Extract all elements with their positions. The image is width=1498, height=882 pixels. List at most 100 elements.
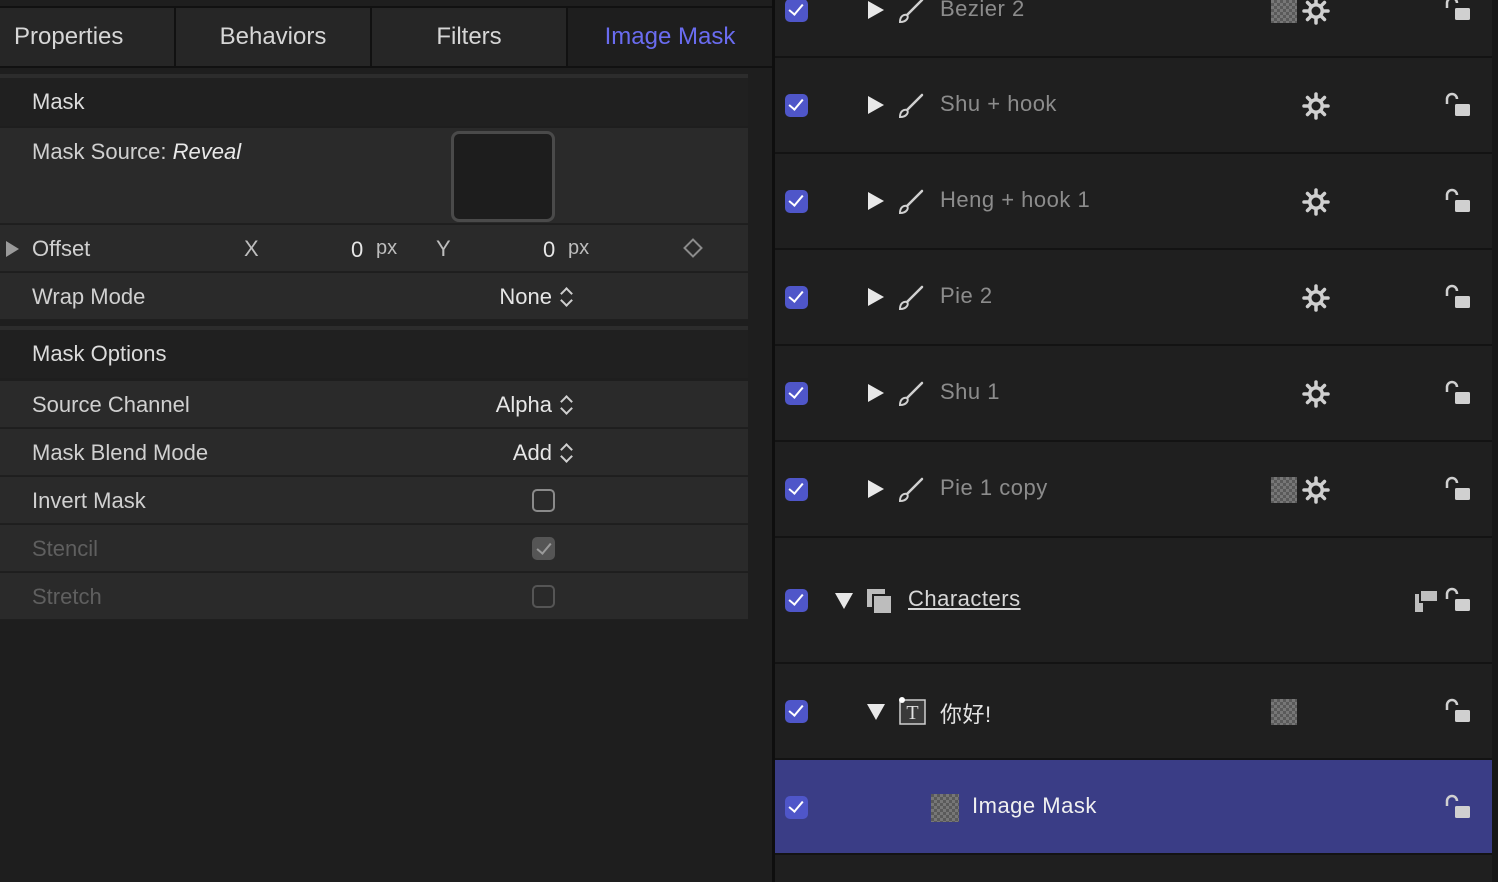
section-mask-options-title: Mask Options: [32, 341, 167, 366]
disclosure-triangle-icon[interactable]: [868, 384, 884, 402]
layer-enable-checkbox[interactable]: [785, 94, 808, 117]
invert-mask-row: Invert Mask: [0, 477, 748, 524]
mask-source-well[interactable]: [451, 131, 555, 222]
tab-behaviors[interactable]: Behaviors: [176, 8, 372, 66]
source-channel-row: Source Channel Alpha: [0, 381, 748, 428]
gear-icon[interactable]: [1301, 187, 1331, 217]
gear-icon[interactable]: [1301, 379, 1331, 409]
unlocked-icon[interactable]: [1443, 697, 1473, 727]
unlocked-icon[interactable]: [1443, 91, 1473, 121]
brush-icon: [898, 381, 924, 407]
text-layer-icon: T: [899, 697, 926, 725]
unlocked-icon[interactable]: [1443, 283, 1473, 313]
source-channel-label: Source Channel: [32, 392, 190, 417]
mask-source-value: Reveal: [172, 139, 242, 164]
offset-row: Offset X 0 px Y 0 px: [0, 225, 748, 272]
unlocked-icon[interactable]: [1443, 475, 1473, 505]
layers-scrollbar[interactable]: [1492, 0, 1498, 882]
layer-name: Heng + hook 1: [940, 187, 1091, 212]
stencil-checkbox[interactable]: [532, 537, 555, 560]
mask-source-label: Mask Source: Reveal: [32, 128, 241, 175]
layer-row[interactable]: Heng + hook 1: [775, 154, 1492, 250]
layer-name: Pie 1 copy: [940, 475, 1048, 500]
unlocked-icon[interactable]: [1443, 0, 1473, 25]
layer-enable-checkbox[interactable]: [785, 589, 808, 612]
offset-disclosure-icon[interactable]: [6, 241, 19, 257]
gear-icon[interactable]: [1301, 475, 1331, 505]
inspector-panel: Properties Behaviors Filters Image Mask …: [0, 0, 772, 882]
stretch-label: Stretch: [32, 584, 102, 609]
mask-row[interactable]: Image Mask: [775, 760, 1492, 855]
disclosure-triangle-icon[interactable]: [868, 480, 884, 498]
disclosure-triangle-icon[interactable]: [868, 96, 884, 114]
source-channel-popup[interactable]: Alpha: [496, 381, 572, 428]
isolate-icon[interactable]: [1411, 586, 1441, 616]
mask-source-caption: Mask Source:: [32, 139, 167, 164]
layer-enable-checkbox[interactable]: [785, 382, 808, 405]
group-row[interactable]: Characters: [775, 538, 1492, 664]
disclosure-triangle-icon[interactable]: [835, 593, 853, 609]
mask-checker-icon: [1271, 699, 1297, 725]
layer-name: Shu + hook: [940, 91, 1057, 116]
svg-text:T: T: [906, 702, 918, 724]
layer-name: Pie 2: [940, 283, 993, 308]
unlocked-icon[interactable]: [1443, 187, 1473, 217]
image-mask-icon: [931, 794, 959, 822]
disclosure-triangle-icon[interactable]: [867, 704, 885, 720]
offset-x-value[interactable]: 0: [351, 225, 363, 274]
disclosure-triangle-icon[interactable]: [868, 288, 884, 306]
layer-row[interactable]: T 你好!: [775, 664, 1492, 760]
group-name: Characters: [908, 586, 1021, 611]
disclosure-triangle-icon[interactable]: [868, 1, 884, 19]
layer-row[interactable]: Shu + hook: [775, 58, 1492, 154]
mask-blend-mode-value: Add: [512, 440, 552, 465]
gear-icon[interactable]: [1301, 0, 1331, 26]
invert-mask-label: Invert Mask: [32, 488, 146, 513]
keyframe-diamond-icon[interactable]: [683, 238, 703, 258]
stencil-row: Stencil: [0, 525, 748, 572]
invert-mask-checkbox[interactable]: [532, 489, 555, 512]
layer-name: 你好!: [940, 702, 992, 727]
section-mask-header[interactable]: Mask: [0, 74, 748, 126]
wrap-mode-value: None: [499, 284, 552, 309]
gear-icon[interactable]: [1301, 283, 1331, 313]
wrap-mode-row: Wrap Mode None: [0, 273, 748, 320]
section-mask-title: Mask: [32, 89, 85, 114]
section-mask-options-header[interactable]: Mask Options: [0, 326, 748, 378]
group-icon: [867, 589, 893, 615]
mask-blend-mode-label: Mask Blend Mode: [32, 440, 209, 465]
unlocked-icon[interactable]: [1443, 586, 1473, 616]
brush-icon: [898, 93, 924, 119]
layer-enable-checkbox[interactable]: [785, 478, 808, 501]
layer-enable-checkbox[interactable]: [785, 190, 808, 213]
layer-enable-checkbox[interactable]: [785, 796, 808, 819]
offset-y-value[interactable]: 0: [543, 225, 555, 274]
gear-icon[interactable]: [1301, 91, 1331, 121]
layer-enable-checkbox[interactable]: [785, 0, 808, 22]
tab-image-mask[interactable]: Image Mask: [568, 8, 772, 66]
wrap-mode-popup[interactable]: None: [499, 273, 572, 320]
offset-label: Offset: [32, 236, 91, 261]
unlocked-icon[interactable]: [1443, 793, 1473, 823]
unlocked-icon[interactable]: [1443, 379, 1473, 409]
layer-row[interactable]: Bezier 2: [775, 0, 1492, 58]
updown-arrows-icon: [560, 443, 572, 463]
layer-name: Image Mask: [972, 793, 1097, 818]
brush-icon: [898, 189, 924, 215]
updown-arrows-icon: [560, 287, 572, 307]
inspector-tabs: Properties Behaviors Filters Image Mask: [0, 6, 772, 68]
disclosure-triangle-icon[interactable]: [868, 192, 884, 210]
layer-enable-checkbox[interactable]: [785, 700, 808, 723]
layer-row[interactable]: Pie 2: [775, 250, 1492, 346]
stretch-checkbox[interactable]: [532, 585, 555, 608]
stencil-label: Stencil: [32, 536, 99, 561]
tab-properties[interactable]: Properties: [0, 8, 176, 66]
updown-arrows-icon: [560, 395, 572, 415]
layer-row[interactable]: Pie 1 copy: [775, 442, 1492, 538]
mask-blend-mode-popup[interactable]: Add: [513, 429, 572, 476]
layer-enable-checkbox[interactable]: [785, 286, 808, 309]
layer-row[interactable]: Shu 1: [775, 346, 1492, 442]
offset-y-label: Y: [436, 236, 451, 261]
tab-filters[interactable]: Filters: [372, 8, 568, 66]
wrap-mode-label: Wrap Mode: [32, 284, 146, 309]
